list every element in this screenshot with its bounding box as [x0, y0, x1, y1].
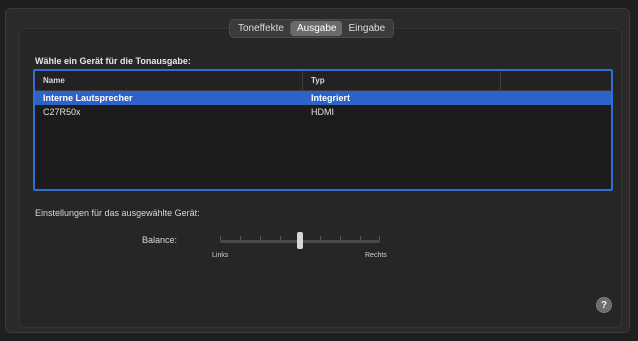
slider-tick — [220, 236, 221, 240]
tab-toneffekte[interactable]: Toneffekte — [232, 21, 290, 36]
balance-slider-knob[interactable] — [297, 232, 303, 249]
slider-tick — [379, 236, 380, 240]
device-type-cell: Integriert — [311, 93, 351, 103]
slider-tick — [240, 236, 241, 240]
table-row[interactable]: C27R50x HDMI — [35, 105, 611, 119]
slider-tick — [360, 236, 361, 240]
tab-eingabe[interactable]: Eingabe — [342, 21, 391, 36]
table-row[interactable]: Interne Lautsprecher Integriert — [35, 91, 611, 105]
device-name-cell: Interne Lautsprecher — [43, 93, 133, 103]
balance-label: Balance: — [142, 235, 178, 245]
column-header-name[interactable]: Name — [35, 71, 303, 90]
slider-tick — [280, 236, 281, 240]
balance-left-label: Links — [212, 252, 229, 259]
device-table[interactable]: Name Typ Interne Lautsprecher Integriert… — [33, 69, 613, 191]
tab-bar: Toneffekte Ausgabe Eingabe — [229, 19, 395, 38]
settings-label: Einstellungen für das ausgewählte Gerät: — [35, 208, 200, 218]
slider-tick — [260, 236, 261, 240]
tab-ausgabe[interactable]: Ausgabe — [290, 21, 343, 36]
help-icon[interactable]: ? — [596, 297, 612, 313]
column-header-type[interactable]: Typ — [303, 71, 501, 90]
device-type-cell: HDMI — [311, 107, 334, 117]
device-prompt: Wähle ein Gerät für die Tonausgabe: — [35, 56, 191, 66]
table-header: Name Typ — [35, 71, 611, 91]
slider-tick — [320, 236, 321, 240]
balance-right-label: Rechts — [365, 252, 387, 259]
device-name-cell: C27R50x — [43, 107, 81, 117]
slider-tick — [340, 236, 341, 240]
